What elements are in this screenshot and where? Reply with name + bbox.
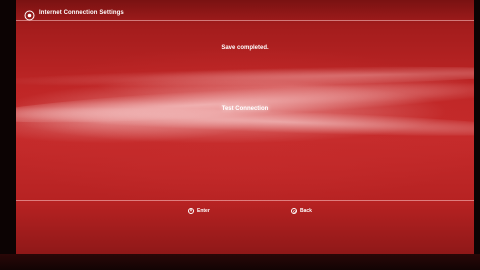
ps3-screen: Internet Connection Settings Save comple… <box>16 0 474 254</box>
cross-button-icon: × <box>188 207 194 214</box>
monitor-frame: Internet Connection Settings Save comple… <box>0 0 480 270</box>
status-message: Save completed. <box>221 45 269 51</box>
back-button[interactable]: Back <box>291 206 312 216</box>
page-title: Internet Connection Settings <box>39 10 124 16</box>
screen-header: Internet Connection Settings <box>24 6 124 20</box>
footer-divider <box>16 200 474 201</box>
back-label: Back <box>300 208 312 214</box>
playstation-logo-icon <box>24 8 35 20</box>
monitor-bezel <box>0 254 480 270</box>
background-wave <box>16 73 474 131</box>
test-connection-button[interactable]: Test Connection <box>16 106 474 112</box>
header-divider <box>16 20 474 21</box>
enter-button[interactable]: × Enter <box>188 206 210 216</box>
circle-button-icon <box>291 208 297 214</box>
background-wave <box>16 63 474 91</box>
enter-label: Enter <box>197 208 210 214</box>
